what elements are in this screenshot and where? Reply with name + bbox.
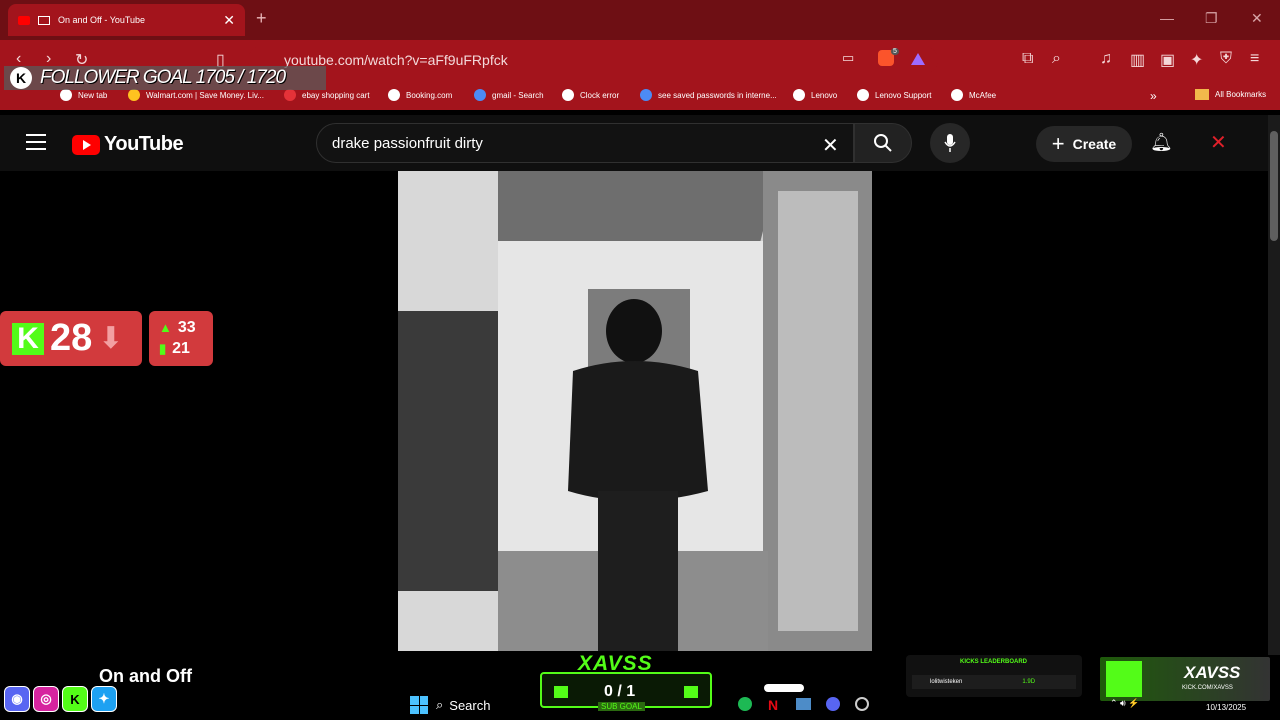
- taskbar-search[interactable]: ⌕ Search: [436, 694, 556, 716]
- search-query: drake passionfruit dirty: [332, 134, 483, 152]
- clear-search-icon[interactable]: ✕: [822, 133, 839, 158]
- social-icons: ◉ ◎ K ✦: [4, 686, 117, 712]
- brand-card: XAVSS KICK.COM/XAVSS: [1100, 657, 1270, 701]
- all-bookmarks[interactable]: All Bookmarks: [1195, 89, 1266, 100]
- up-triangle-icon: ▲: [159, 320, 172, 335]
- leaderboard-value: 1.9D: [1022, 679, 1036, 685]
- video-player[interactable]: [398, 171, 872, 651]
- minimize-icon[interactable]: —: [1160, 10, 1174, 26]
- microphone-icon: [944, 134, 956, 152]
- taskbar-pill: [764, 684, 804, 692]
- new-tab-icon[interactable]: +: [256, 8, 267, 29]
- menu-icon[interactable]: ≡: [1250, 50, 1259, 68]
- leaderboard-title: KICKS LEADERBOARD: [960, 659, 1028, 665]
- account-avatar[interactable]: ✕: [1210, 130, 1227, 155]
- netflix-icon[interactable]: N: [768, 697, 778, 713]
- windows-start-icon[interactable]: [410, 696, 428, 714]
- media-icon[interactable]: ♫: [1100, 50, 1112, 68]
- shield-badge: 5: [891, 48, 899, 55]
- plus-icon: +: [1051, 131, 1065, 156]
- bookmark-item[interactable]: Lenovo: [793, 89, 837, 101]
- leaderboard-user: lolitwisteken: [930, 679, 963, 685]
- kick-count: 28: [50, 317, 93, 359]
- search-button[interactable]: [854, 123, 912, 163]
- youtube-play-icon: [72, 134, 100, 155]
- bookmark-item[interactable]: gmail - Search: [474, 89, 544, 101]
- system-tray[interactable]: ⌃ 🔊︎ ⚡: [1110, 698, 1139, 709]
- hamburger-menu-icon[interactable]: [26, 134, 46, 150]
- brand-card-title: XAVSS: [1184, 663, 1241, 682]
- kicks-leaderboard: KICKS LEADERBOARD lolitwisteken 1.9D: [906, 655, 1082, 697]
- sub-goal-label: SUB GOAL: [598, 702, 645, 711]
- search-icon: [874, 134, 892, 152]
- leaderboard-row: lolitwisteken 1.9D: [912, 675, 1076, 689]
- search-tab-icon[interactable]: ⌕: [1052, 50, 1061, 68]
- restore-icon[interactable]: ❐: [1205, 10, 1218, 27]
- sub-goal-overlay: 0 / 1 SUB GOAL: [540, 672, 712, 711]
- settings-gear-icon[interactable]: [855, 697, 869, 711]
- bar-chart-icon: ▮: [159, 341, 167, 356]
- tab-close-icon[interactable]: ✕: [223, 12, 235, 29]
- leo-ai-icon[interactable]: ✦: [1190, 50, 1203, 70]
- cube-icon: [554, 686, 568, 698]
- youtube-logo[interactable]: YouTube: [72, 133, 184, 156]
- folder-icon: [1195, 89, 1209, 100]
- video-title: On and Off: [99, 666, 192, 686]
- follower-goal-overlay: K FOLLOWER GOAL 1705 / 1720: [4, 66, 326, 90]
- bookmark-item[interactable]: Booking.com: [388, 89, 452, 101]
- bookmark-item[interactable]: Clock error: [562, 89, 619, 101]
- wallet-icon[interactable]: ▣: [1160, 50, 1175, 70]
- kick-url: KICK.COM/XAVSS: [1182, 685, 1233, 691]
- bookmark-item[interactable]: ebay shopping cart: [284, 89, 370, 101]
- window-close-icon[interactable]: ✕: [1251, 10, 1263, 27]
- bookmark-item[interactable]: Lenovo Support: [857, 89, 932, 101]
- discord-taskbar-icon[interactable]: [826, 697, 840, 711]
- page-scrollbar[interactable]: [1268, 115, 1280, 655]
- tab-group-icon: [38, 15, 50, 25]
- taskbar-search-icon: ⌕: [436, 697, 444, 712]
- kick-icon: K: [62, 686, 88, 712]
- taskbar-date: 10/13/2025: [1206, 703, 1247, 712]
- kick-counter-overlay: K 28 ⬇: [0, 311, 142, 366]
- stat-bars: 21: [172, 340, 190, 357]
- file-explorer-icon[interactable]: [796, 698, 811, 710]
- bookmark-item[interactable]: McAfee: [951, 89, 996, 101]
- voice-search-button[interactable]: [930, 123, 970, 163]
- stat-up: 33: [177, 319, 196, 336]
- twitter-icon: ✦: [91, 686, 117, 712]
- notifications-bell-icon[interactable]: 🔔︎: [1150, 132, 1173, 153]
- tab-title: On and Off - YouTube: [58, 15, 146, 25]
- kick-logo-icon: K: [10, 67, 32, 89]
- address-bar[interactable]: youtube.com/watch?v=aFf9uFRpfck: [248, 46, 938, 74]
- cast-icon[interactable]: ▭: [842, 50, 854, 66]
- video-frame-image: [398, 171, 872, 651]
- bookmark-item[interactable]: New tab: [60, 89, 107, 101]
- spotify-icon[interactable]: [738, 697, 752, 711]
- extensions-icon[interactable]: ⧉: [1022, 50, 1033, 68]
- kick-k-icon: K: [12, 322, 44, 355]
- follower-goal-text: FOLLOWER GOAL 1705 / 1720: [40, 67, 286, 88]
- bookmarks-overflow-icon[interactable]: »: [1150, 89, 1157, 103]
- bookmark-item[interactable]: see saved passwords in interne...: [640, 89, 777, 101]
- sidebar-icon[interactable]: ▥: [1130, 50, 1145, 70]
- sub-goal-count: 0 / 1: [604, 683, 636, 700]
- cube-icon: [684, 686, 698, 698]
- rewards-icon[interactable]: [911, 53, 925, 65]
- vpn-icon[interactable]: ⛨: [1220, 50, 1232, 68]
- kick-logo-icon: [1106, 661, 1142, 697]
- browser-tab[interactable]: On and Off - YouTube ✕: [8, 4, 245, 36]
- bookmark-item[interactable]: Walmart.com | Save Money. Liv...: [128, 89, 264, 101]
- stats-overlay: ▲ 33 ▮ 21: [149, 311, 213, 366]
- youtube-favicon-icon: [18, 15, 30, 25]
- discord-icon: ◉: [4, 686, 30, 712]
- down-arrow-icon: ⬇: [98, 322, 124, 355]
- create-button[interactable]: + Create: [1036, 126, 1132, 162]
- search-input[interactable]: drake passionfruit dirty: [316, 123, 854, 163]
- instagram-icon: ◎: [33, 686, 59, 712]
